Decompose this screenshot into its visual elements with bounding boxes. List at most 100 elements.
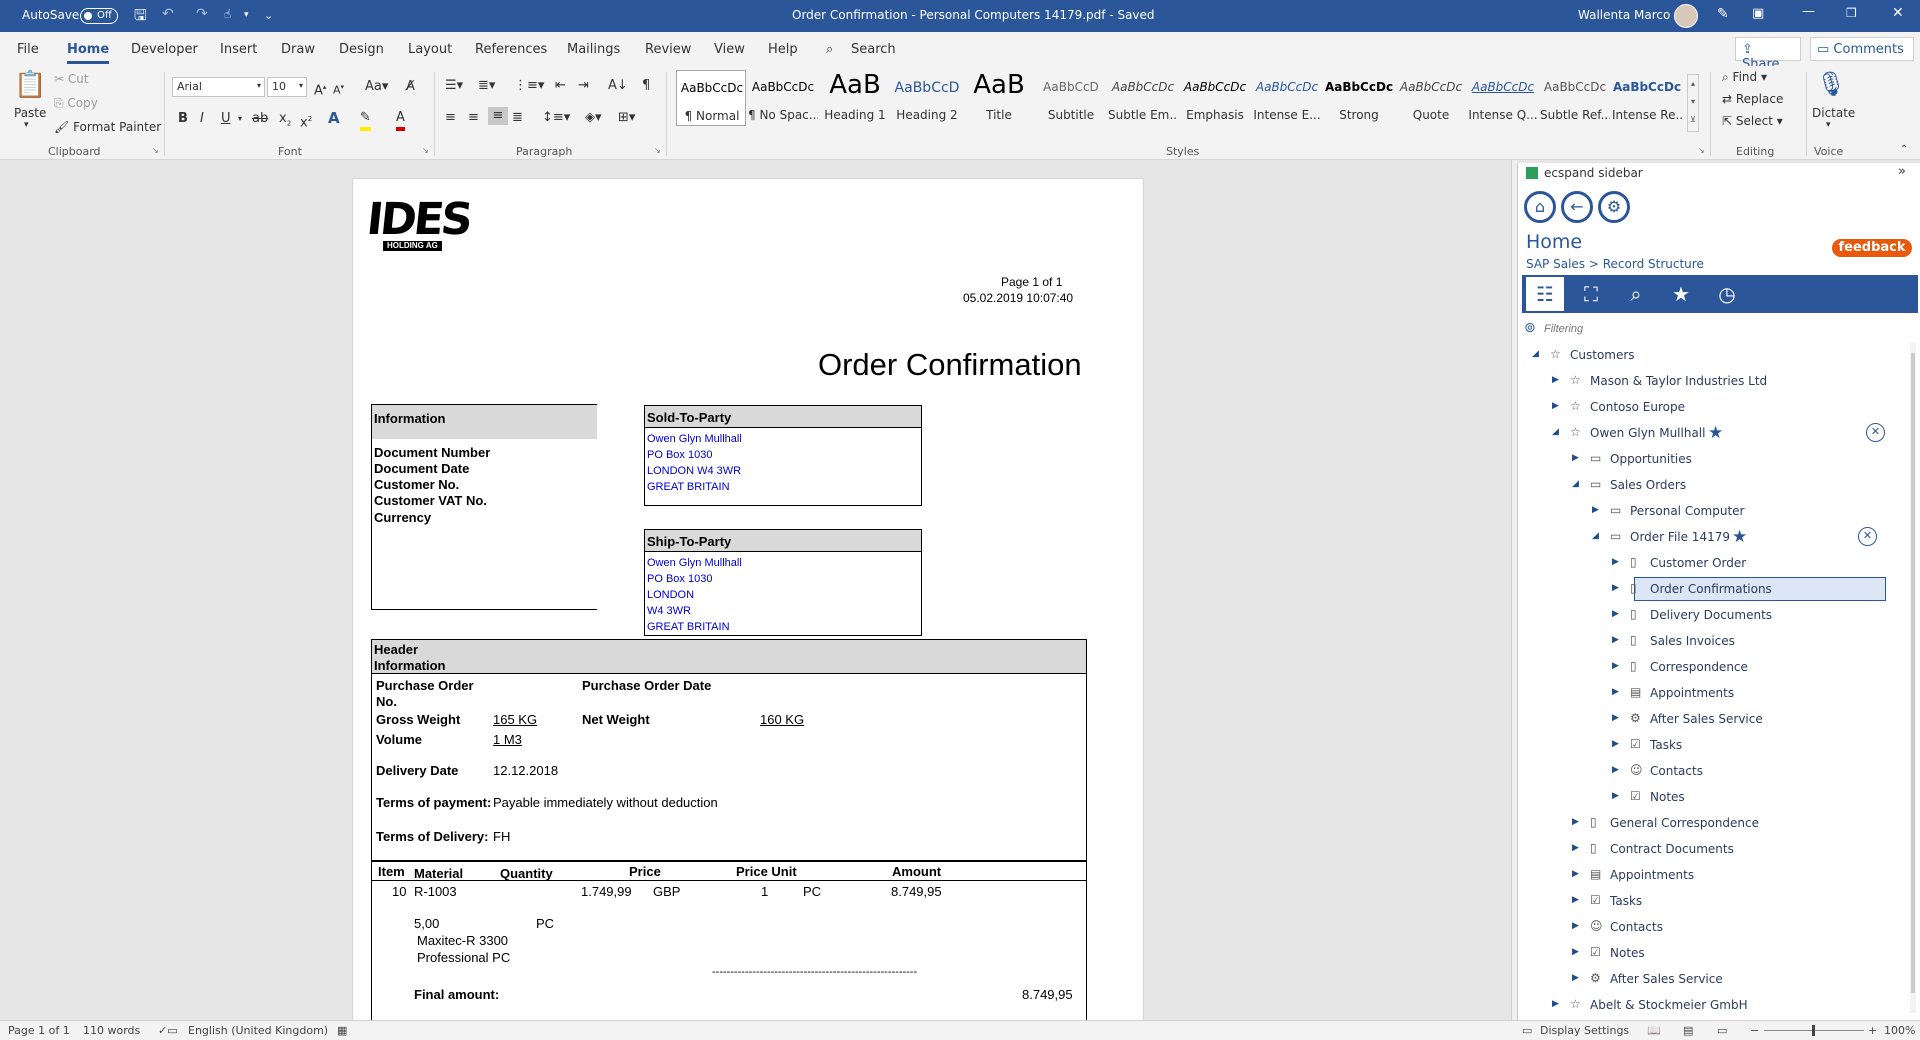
line-spacing-icon[interactable]: ↕≡▾ [542,109,570,127]
expand-arrow-icon[interactable]: ▶ [1572,895,1579,905]
hierarchy-icon[interactable]: ⛶ [1572,277,1610,311]
collapse-arrow-icon[interactable]: ◢ [1572,479,1579,489]
undo-icon[interactable]: ↶ [162,6,174,22]
tree-node[interactable]: ▶ ⚙ After Sales Service [1518,967,1908,991]
expand-arrow-icon[interactable]: ▶ [1612,687,1619,697]
dictate-button[interactable]: Dictate [1812,106,1855,120]
bullets-icon[interactable]: ☰▾ [445,77,463,95]
expand-arrow-icon[interactable]: ▶ [1612,635,1619,645]
style-item[interactable]: AaBbCcD Heading 2 [892,70,962,126]
tab-view[interactable]: View [714,42,745,57]
tree-node[interactable]: ▶ ▯ Order Confirmations [1518,577,1908,601]
search-icon[interactable]: ⌕ [826,42,833,57]
close-icon[interactable]: ✕ [1892,5,1904,21]
tab-draw[interactable]: Draw [281,42,315,57]
font-name-select[interactable]: Arial ▾ [172,77,265,97]
collapse-arrow-icon[interactable]: ◢ [1592,531,1599,541]
tree-node[interactable]: ▶ ▯ Delivery Documents [1518,603,1908,627]
expand-arrow-icon[interactable]: ▶ [1552,999,1559,1009]
filter-input[interactable] [1544,320,1904,338]
style-item[interactable]: AaBbCcDc Subtle Em... [1108,70,1178,126]
tree-node[interactable]: ▶ ▯ Customer Order [1518,551,1908,575]
tab-design[interactable]: Design [339,42,384,57]
record-structure-icon[interactable]: ☷ [1526,277,1564,311]
copy-button[interactable]: ⎘ Copy [54,96,98,111]
display-settings-icon[interactable]: ▭ [1522,1024,1532,1037]
tree-node[interactable]: ▶ ☺ Contacts [1518,759,1908,783]
accessibility-icon[interactable]: ▦ [337,1024,347,1037]
comments-button[interactable]: ▭ Comments [1810,37,1914,61]
expand-arrow-icon[interactable]: ▶ [1612,609,1619,619]
share-button[interactable]: ⇪ Share [1735,37,1801,72]
user-name[interactable]: Wallenta Marco [1578,8,1670,22]
format-painter-button[interactable]: 🖌 Format Painter [54,120,161,134]
tree-node[interactable]: ▶ ☑ Tasks [1518,733,1908,757]
minimize-icon[interactable]: — [1802,4,1815,19]
tree-node[interactable]: ▶ ⚙ After Sales Service [1518,707,1908,731]
tab-developer[interactable]: Developer [131,42,198,57]
tree-node[interactable]: ▶ ▤ Appointments [1518,863,1908,887]
tab-help[interactable]: Help [768,42,798,57]
zoom-out-icon[interactable]: − [1750,1024,1759,1037]
numbering-icon[interactable]: ≣▾ [478,77,495,95]
paste-icon[interactable]: 📋 [14,70,46,100]
avatar[interactable] [1674,4,1698,28]
expand-arrow-icon[interactable]: ▶ [1572,817,1579,827]
style-item[interactable]: AaBbCcDc ¶ No Spac... [748,70,818,126]
tab-layout[interactable]: Layout [408,42,452,57]
tree-node[interactable]: ▶ ▯ Sales Invoices [1518,629,1908,653]
redo-icon[interactable]: ↷ [196,6,208,22]
font-launcher-icon[interactable]: ↘ [422,146,429,155]
remove-icon[interactable]: ✕ [1866,423,1885,442]
paste-dropdown-icon[interactable]: ▾ [24,120,29,130]
italic-icon[interactable]: I [200,110,204,128]
align-center-icon[interactable]: ≡ [468,109,479,127]
expand-arrow-icon[interactable]: ▶ [1572,947,1579,957]
style-item[interactable]: AaBbCcDc ¶ Normal [676,70,746,126]
tree-node[interactable]: ◢ ☆ Owen Glyn Mullhall ★ ✕ [1518,421,1908,445]
underline-dropdown-icon[interactable]: ▾ [238,110,242,128]
favorite-star-icon[interactable]: ★ [1732,527,1747,547]
scrollbar-thumb[interactable] [1911,353,1915,993]
tree-node[interactable]: ▶ ☆ Mason & Taylor Industries Ltd [1518,369,1908,393]
back-icon[interactable]: ← [1561,191,1593,223]
customize-qat-icon[interactable]: ⌄ [264,9,273,22]
settings-icon[interactable]: ⚙ [1598,191,1630,223]
expand-arrow-icon[interactable]: ▶ [1572,453,1579,463]
expand-arrow-icon[interactable]: ▶ [1592,505,1599,515]
collapse-sidebar-icon[interactable]: » [1898,164,1906,179]
zoom-in-icon[interactable]: + [1868,1024,1877,1037]
text-effects-icon[interactable]: A [328,109,340,127]
tree-node[interactable]: ▶ ☑ Notes [1518,941,1908,965]
tree-node[interactable]: ▶ ▯ Contract Documents [1518,837,1908,861]
style-item[interactable]: AaB Heading 1 [820,70,890,126]
show-formatting-icon[interactable]: ¶ [642,77,650,95]
search-icon[interactable]: ⌕ [1617,277,1655,311]
style-item[interactable]: AaB Title [964,70,1034,126]
grow-font-icon[interactable]: A▴ [314,78,326,100]
expand-arrow-icon[interactable]: ▶ [1612,713,1619,723]
tab-insert[interactable]: Insert [220,42,257,57]
web-layout-icon[interactable]: ▭ [1717,1024,1727,1037]
tree-node[interactable]: ▶ ☆ Abelt & Stockmeier GmbH [1518,993,1908,1017]
favorite-star-icon[interactable]: ★ [1708,423,1723,443]
print-layout-icon[interactable]: ▤ [1683,1024,1693,1037]
tree-node[interactable]: ▶ ▯ General Correspondence [1518,811,1908,835]
favorites-icon[interactable]: ★ [1662,277,1700,311]
increase-indent-icon[interactable]: ⇥ [578,77,589,95]
document-page[interactable]: IDES HOLDING AG Page 1 of 1 05.02.2019 1… [352,178,1144,1020]
proofing-icon[interactable]: ✓▭ [158,1024,178,1037]
underline-icon[interactable]: U [221,110,231,128]
decrease-indent-icon[interactable]: ⇤ [555,77,566,95]
style-item[interactable]: AaBbCcD Subtitle [1036,70,1106,126]
expand-arrow-icon[interactable]: ▶ [1552,401,1559,411]
tree-node[interactable]: ▶ ☺ Contacts [1518,915,1908,939]
tree-node[interactable]: ▶ ☑ Tasks [1518,889,1908,913]
shrink-font-icon[interactable]: A▾ [333,78,344,100]
tree-node[interactable]: ▶ ▯ Correspondence [1518,655,1908,679]
tree-node[interactable]: ◢ ☆ Customers [1518,343,1908,367]
save-icon[interactable]: 🖫 [134,5,147,30]
tab-file[interactable]: File [17,42,39,57]
bold-icon[interactable]: B [178,110,188,128]
dictate-dropdown-icon[interactable]: ▾ [1826,120,1831,130]
